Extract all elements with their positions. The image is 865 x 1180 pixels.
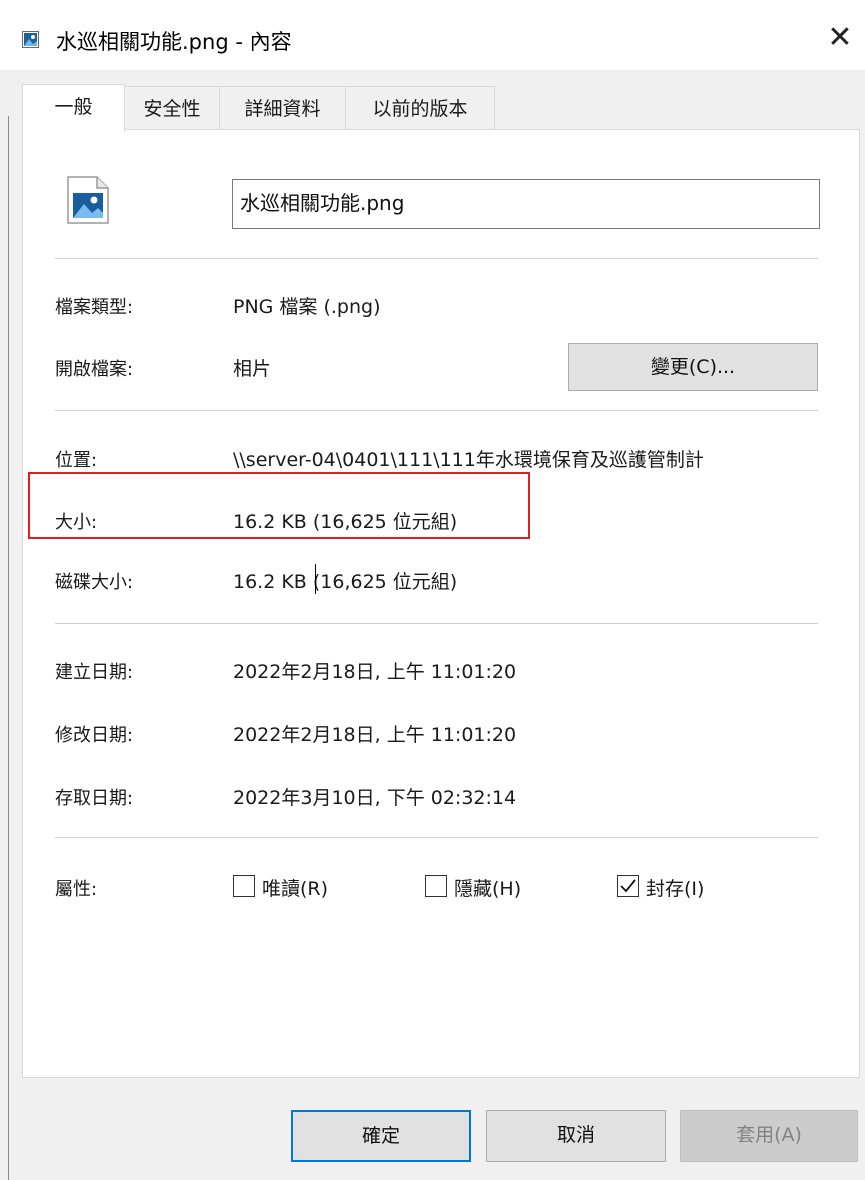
size-on-disk-value: 16.2 KB (16,625 位元組) [233,571,458,593]
location-label: 位置: [55,450,98,471]
location-value: \\server-04\0401\111\111年水環境保育及巡護管制計 [233,449,704,471]
text-cursor [315,564,316,594]
tab-security[interactable]: 安全性 [124,86,220,130]
window-left-edge [8,116,9,1180]
accessed-value: 2022年3月10日, 下午 02:32:14 [233,787,517,809]
modified-value: 2022年2月18日, 上午 11:01:20 [233,724,517,746]
close-button[interactable]: ✕ [822,18,858,58]
readonly-checkbox-label[interactable]: 唯讀(R) [262,874,328,901]
tab-details[interactable]: 詳細資料 [219,86,346,130]
accessed-label: 存取日期: [55,788,134,809]
size-on-disk-label: 磁碟大小: [55,572,134,593]
opens-with-label: 開啟檔案: [55,359,134,380]
file-name-input[interactable]: 水巡相關功能.png [232,179,820,229]
archive-checkbox-label[interactable]: 封存(I) [646,874,704,901]
readonly-checkbox[interactable] [233,875,255,897]
file-type-label: 檔案類型: [55,297,134,318]
general-tab-panel [22,129,860,1078]
red-highlight-box [28,472,530,539]
modified-label: 修改日期: [55,725,134,746]
window-title: 水巡相關功能.png - 內容 [56,30,292,54]
separator [55,837,818,838]
attributes-label: 屬性: [55,879,98,900]
tab-previous-versions[interactable]: 以前的版本 [345,86,495,130]
close-icon: ✕ [827,20,853,55]
created-label: 建立日期: [55,662,134,683]
created-value: 2022年2月18日, 上午 11:01:20 [233,661,517,683]
separator [55,623,818,624]
ok-button[interactable]: 確定 [291,1110,471,1162]
change-app-button[interactable]: 變更(C)... [568,343,818,391]
tab-general[interactable]: 一般 [22,84,125,132]
separator [55,258,818,259]
separator [55,410,818,411]
hidden-checkbox-label[interactable]: 隱藏(H) [454,874,521,901]
archive-checkbox[interactable] [617,875,639,897]
image-file-icon [67,176,109,224]
apply-button[interactable]: 套用(A) [680,1110,858,1162]
image-file-icon [22,31,39,48]
opens-with-value: 相片 [233,358,272,380]
file-type-value: PNG 檔案 (.png) [233,296,381,318]
cancel-button[interactable]: 取消 [486,1110,666,1162]
hidden-checkbox[interactable] [425,875,447,897]
